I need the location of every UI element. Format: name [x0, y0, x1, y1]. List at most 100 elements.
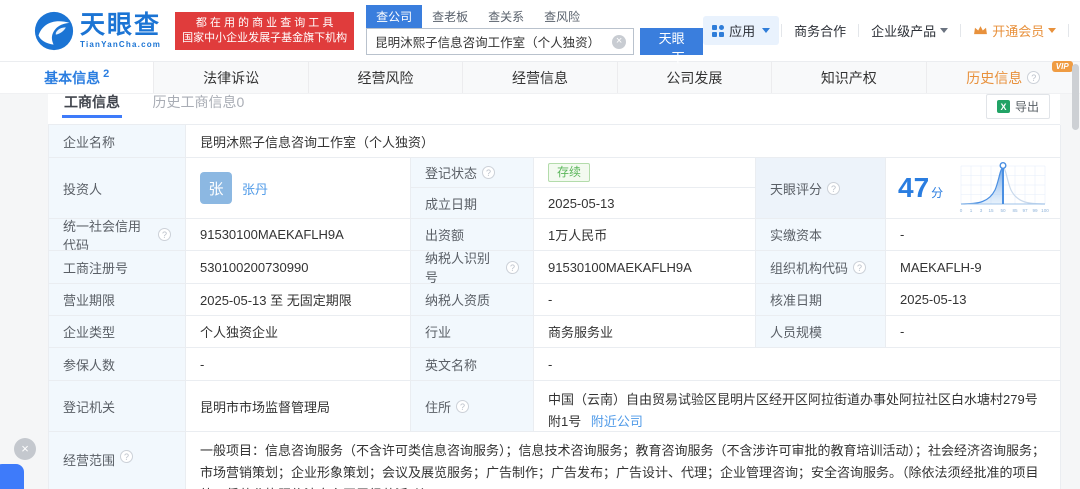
subtab-business-info[interactable]: 工商信息	[62, 94, 122, 118]
help-icon[interactable]: ?	[1027, 71, 1041, 84]
svg-text:100: 100	[1041, 208, 1049, 213]
field-label-business-scope: 经营范围 ?	[49, 432, 186, 489]
field-value-reg-authority: 昆明市市场监督管理局	[186, 381, 411, 432]
svg-text:0: 0	[960, 208, 963, 213]
nav-apps[interactable]: 应用	[703, 16, 780, 45]
brand-slogan: 都 在 用 的 商 业 查 询 工 具 国家中小企业发展子基金旗下机构	[175, 11, 355, 50]
svg-text:15: 15	[988, 208, 994, 213]
svg-text:99: 99	[1032, 208, 1038, 213]
export-button[interactable]: X 导出	[985, 94, 1050, 119]
help-icon[interactable]: ?	[120, 450, 134, 463]
search-button[interactable]: 天眼一下	[640, 27, 704, 65]
field-value-staff-size: -	[886, 316, 1061, 348]
search-area: 查公司 查老板 查关系 查风险 × 天眼一下	[366, 4, 704, 65]
tab-basic-info-count: 2	[103, 67, 110, 80]
score-number: 47	[898, 172, 930, 203]
nav-apps-label: 应用	[729, 24, 756, 39]
svg-text:3: 3	[980, 208, 983, 213]
field-label-approval-date: 核准日期	[756, 284, 886, 316]
floating-close-button[interactable]: ×	[14, 438, 36, 460]
tianyancha-logo-icon	[34, 11, 74, 50]
field-label-industry: 行业	[411, 316, 534, 348]
business-info-table: 企业名称 昆明沐熙子信息咨询工作室（个人独资） 投资人 张 张丹 登记状态 ? …	[48, 124, 1061, 489]
field-value-english-name: -	[534, 348, 1061, 381]
field-label-business-term: 营业期限	[49, 284, 186, 316]
field-value-paid-capital: -	[886, 219, 1061, 251]
subtab-row: 工商信息 历史工商信息0 X 导出	[48, 94, 1060, 124]
status-badge: 存续	[548, 163, 591, 182]
help-icon[interactable]: ?	[456, 399, 470, 413]
field-value-capital: 1万人民币	[534, 219, 756, 251]
nav-open-vip[interactable]: 开通会员	[961, 21, 1068, 40]
field-label-english-name: 英文名称	[411, 348, 534, 381]
vip-badge: VIP	[1051, 61, 1073, 72]
field-label-staff-size: 人员规模	[756, 316, 886, 348]
help-icon[interactable]: ?	[506, 260, 519, 274]
notifications-bell[interactable]	[1069, 19, 1080, 42]
tab-basic-info[interactable]: 基本信息 2	[0, 62, 155, 93]
search-input[interactable]	[375, 29, 634, 53]
help-icon[interactable]: ?	[827, 181, 841, 195]
search-box: ×	[366, 27, 635, 55]
field-label-credit-code: 统一社会信用代码 ?	[49, 219, 186, 251]
nav-enterprise-label: 企业级产品	[871, 24, 937, 39]
field-label-paid-capital: 实缴资本	[756, 219, 886, 251]
nearby-companies-link[interactable]: 附近公司	[591, 414, 643, 429]
clear-search-icon[interactable]: ×	[612, 34, 627, 49]
field-value-reg-number: 530100200730990	[186, 251, 411, 284]
tab-intellectual-property[interactable]: 知识产权	[772, 62, 927, 93]
subtab-history-business-info[interactable]: 历史工商信息0	[152, 94, 244, 113]
logo-title: 天眼查	[80, 10, 162, 39]
search-tab-risk[interactable]: 查风险	[534, 5, 590, 28]
svg-text:1: 1	[970, 208, 973, 213]
field-label-reg-authority: 登记机关	[49, 381, 186, 432]
field-label-company-name: 企业名称	[49, 125, 186, 158]
crown-icon	[974, 26, 988, 35]
tab-legal-litigation[interactable]: 法律诉讼	[154, 62, 309, 93]
field-value-address: 中国（云南）自由贸易试验区昆明片区经开区阿拉街道办事处阿拉社区白水塘村279号附…	[534, 381, 1061, 432]
search-tab-relation[interactable]: 查关系	[478, 5, 534, 28]
tianyancha-logo[interactable]: 天眼查 TianYanCha.com	[34, 11, 161, 51]
tab-operation-risk[interactable]: 经营风险	[309, 62, 464, 93]
field-label-investor: 投资人	[49, 158, 186, 219]
search-tab-company[interactable]: 查公司	[366, 4, 423, 28]
field-label-reg-number: 工商注册号	[49, 251, 186, 284]
field-value-company-name: 昆明沐熙子信息咨询工作室（个人独资）	[186, 125, 1061, 158]
field-value-taxpayer-id: 91530100MAEKAFLH9A	[534, 251, 756, 284]
score-distribution-chart: 0 1 3 15 50 85 97 99 100	[960, 162, 1049, 213]
field-value-credit-code: 91530100MAEKAFLH9A	[186, 219, 411, 251]
slogan-line2: 国家中小企业发展子基金旗下机构	[182, 31, 348, 44]
tab-operation-info[interactable]: 经营信息	[463, 62, 618, 93]
nav-enterprise-products[interactable]: 企业级产品	[859, 21, 960, 40]
field-label-capital: 出资额	[411, 219, 534, 251]
floating-widget[interactable]	[0, 464, 24, 489]
search-tabs: 查公司 查老板 查关系 查风险	[366, 4, 703, 28]
tab-company-development[interactable]: 公司发展	[618, 62, 773, 93]
excel-icon: X	[996, 100, 1010, 113]
field-value-reg-status: 存续	[534, 158, 756, 188]
search-tab-boss[interactable]: 查老板	[422, 5, 478, 28]
nav-cooperation-label: 商务合作	[794, 24, 847, 39]
field-label-establish-date: 成立日期	[411, 188, 534, 219]
field-label-reg-status: 登记状态 ?	[411, 158, 534, 188]
investor-avatar[interactable]: 张	[200, 172, 232, 204]
field-label-insured-count: 参保人数	[49, 348, 186, 381]
svg-text:50: 50	[1000, 208, 1006, 213]
top-header: 天眼查 TianYanCha.com 都 在 用 的 商 业 查 询 工 具 国…	[0, 0, 1080, 65]
tab-history-info[interactable]: VIP 历史信息 ?	[927, 61, 1080, 93]
investor-link[interactable]: 张丹	[242, 179, 268, 198]
field-value-business-term: 2025-05-13 至 无固定期限	[186, 284, 411, 316]
content-area: 工商信息 历史工商信息0 X 导出 企业名称 昆明沐熙子信息咨询工作室（个人独资…	[0, 94, 1080, 489]
help-icon[interactable]: ?	[853, 260, 867, 274]
slogan-line1: 都 在 用 的 商 业 查 询 工 具	[195, 16, 334, 29]
section-tabbar: 基本信息 2 法律诉讼 经营风险 经营信息 公司发展 知识产权 VIP 历史信息…	[0, 61, 1080, 94]
nav-cooperation[interactable]: 商务合作	[782, 21, 858, 40]
field-label-taxpayer-id: 纳税人识别号 ?	[411, 251, 534, 284]
help-icon[interactable]: ?	[158, 228, 171, 241]
apps-grid-icon	[712, 24, 725, 37]
header-nav: 应用 商务合作 企业级产品 开通会员	[703, 16, 1080, 45]
chevron-down-icon	[940, 28, 949, 33]
help-icon[interactable]: ?	[482, 166, 496, 179]
page-scrollbar[interactable]	[1072, 64, 1079, 130]
logo-domain: TianYanCha.com	[80, 39, 162, 49]
